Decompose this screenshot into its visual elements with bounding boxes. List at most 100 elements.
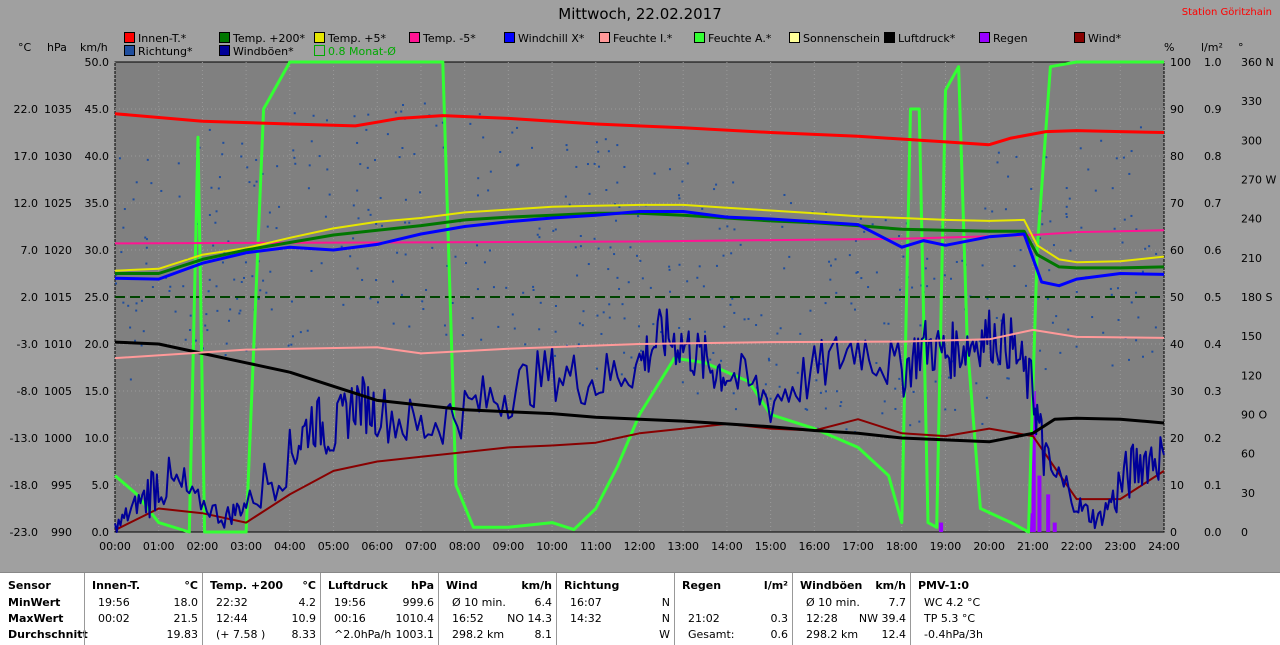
direction-point [487, 189, 490, 192]
weather-chart: 00:00 01:00 02:00 03:00 04:00 05:00 06:00 07:00… [10, 56, 1277, 553]
direction-point [240, 280, 243, 283]
y-tick-label-humidity: 90 [1170, 103, 1184, 116]
direction-point [1094, 189, 1097, 192]
direction-point [875, 362, 878, 365]
direction-point [293, 156, 296, 159]
direction-point [677, 194, 680, 197]
direction-point [668, 265, 671, 268]
direction-point [380, 224, 383, 227]
direction-point [609, 246, 612, 249]
y-tick-label-humidity: 50 [1170, 291, 1184, 304]
direction-point [850, 302, 853, 305]
direction-point [1006, 377, 1009, 380]
direction-point [902, 255, 905, 258]
direction-point [324, 215, 327, 218]
direction-point [884, 219, 887, 222]
direction-point [769, 397, 772, 400]
x-tick-label: 06:00 [361, 540, 393, 553]
y-tick-label-temp: -8.0 [17, 385, 38, 398]
direction-point [492, 286, 495, 289]
y-tick-label-pressure: 1030 [44, 150, 72, 163]
direction-point [532, 289, 535, 292]
direction-point [538, 227, 541, 230]
direction-point [635, 254, 638, 257]
direction-point [146, 158, 149, 161]
direction-point [739, 243, 742, 246]
y-tick-label-humidity: 20 [1170, 432, 1184, 445]
x-tick-label: 00:00 [99, 540, 131, 553]
stats-column-divider [792, 573, 793, 645]
direction-point [729, 303, 732, 306]
direction-point [217, 187, 220, 190]
x-tick-label: 12:00 [624, 540, 656, 553]
direction-point [1004, 208, 1007, 211]
direction-point [835, 390, 838, 393]
direction-point [359, 163, 362, 166]
x-tick-label: 17:00 [842, 540, 874, 553]
direction-point [497, 325, 500, 328]
direction-point [135, 302, 138, 305]
y-tick-label-rain: 0.7 [1204, 197, 1222, 210]
direction-point [629, 246, 632, 249]
direction-point [253, 184, 256, 187]
direction-point [222, 141, 225, 144]
direction-point [620, 373, 623, 376]
y-tick-label-pressure: 1035 [44, 103, 72, 116]
y-tick-label-temp: -23.0 [10, 526, 38, 539]
direction-point [593, 162, 596, 165]
direction-point [835, 291, 838, 294]
direction-point [229, 308, 232, 311]
direction-point [1091, 316, 1094, 319]
direction-point [266, 225, 269, 228]
x-tick-label: 10:00 [536, 540, 568, 553]
y-tick-label-wind: 15.0 [85, 385, 110, 398]
direction-point [375, 279, 378, 282]
stats-row-label: MaxWert [8, 612, 64, 625]
direction-point [825, 390, 828, 393]
direction-point [169, 285, 172, 288]
direction-point [404, 253, 407, 256]
stats-cell-label: WC 4.2 °C [924, 596, 981, 609]
direction-point [776, 332, 779, 335]
x-tick-label: 19:00 [930, 540, 962, 553]
direction-point [308, 164, 311, 167]
stats-column-divider [910, 573, 911, 645]
direction-point [224, 354, 227, 357]
direction-point [208, 128, 211, 131]
direction-point [275, 227, 278, 230]
y-tick-label-rain: 0.3 [1204, 385, 1222, 398]
direction-point [681, 381, 684, 384]
y-tick-label-wind: 5.0 [92, 479, 110, 492]
direction-point [760, 314, 763, 317]
direction-point [696, 276, 699, 279]
stats-row-label: Durchschnitt [8, 628, 88, 641]
x-tick-label: 15:00 [755, 540, 787, 553]
rain-bar [1046, 494, 1051, 532]
direction-point [668, 268, 671, 271]
direction-point [188, 328, 191, 331]
direction-point [208, 278, 211, 281]
direction-point [129, 326, 132, 329]
direction-point [216, 309, 219, 312]
direction-point [918, 420, 921, 423]
stats-header-unit: l/m² [763, 579, 788, 592]
y-tick-label-pressure: 1015 [44, 291, 72, 304]
stats-cell-value: W [659, 628, 670, 641]
x-tick-label: 02:00 [187, 540, 219, 553]
stats-header-unit: °C [302, 579, 316, 592]
x-tick-label: 05:00 [318, 540, 350, 553]
stats-column-divider [438, 573, 439, 645]
direction-point [799, 332, 802, 335]
direction-point [376, 301, 379, 304]
direction-point [145, 262, 148, 265]
direction-point [369, 213, 372, 216]
direction-point [1148, 245, 1151, 248]
direction-point [1139, 126, 1142, 129]
direction-point [954, 408, 957, 411]
direction-point [996, 161, 999, 164]
direction-point [1015, 155, 1018, 158]
y-tick-label-pressure: 995 [51, 479, 72, 492]
y-tick-label-rain: 0.1 [1204, 479, 1222, 492]
direction-point [627, 281, 630, 284]
direction-point [607, 268, 610, 271]
